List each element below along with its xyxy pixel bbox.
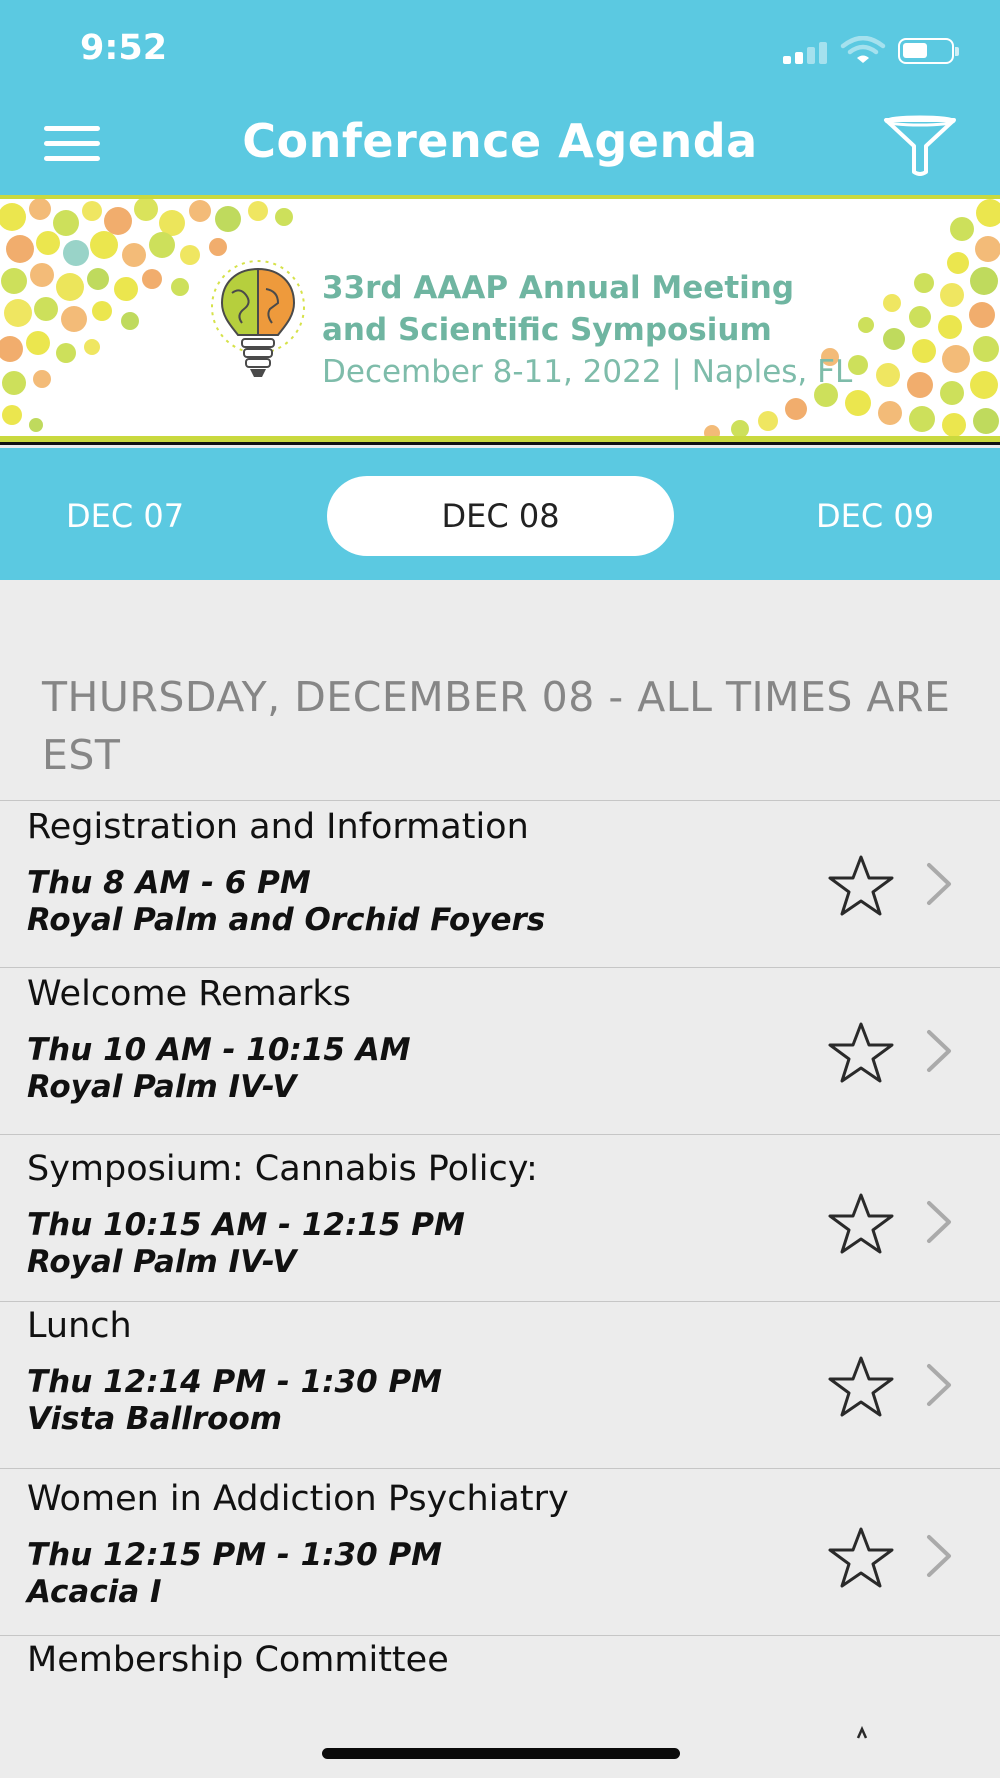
session-title: Registration and Information: [27, 807, 529, 847]
session-row[interactable]: Welcome Remarks Thu 10 AM - 10:15 AM Roy…: [0, 967, 1000, 1134]
chevron-right-icon: [927, 1030, 951, 1072]
status-time: 9:52: [80, 28, 168, 68]
conference-banner: 33rd AAAP Annual Meeting and Scientific …: [0, 195, 1000, 445]
star-icon[interactable]: [826, 1020, 896, 1086]
session-title: Symposium: Cannabis Policy:: [27, 1149, 538, 1189]
session-row[interactable]: Lunch Thu 12:14 PM - 1:30 PM Vista Ballr…: [0, 1301, 1000, 1468]
session-row[interactable]: Women in Addiction Psychiatry Thu 12:15 …: [0, 1468, 1000, 1635]
session-time: Thu 12:14 PM - 1:30 PM: [27, 1364, 443, 1400]
chevron-right-icon: [927, 1201, 951, 1243]
date-tab-dec-08[interactable]: DEC 08: [327, 476, 674, 556]
session-list: Registration and Information Thu 8 AM - …: [0, 800, 1000, 1778]
session-time: Thu 12:15 PM - 1:30 PM: [27, 1537, 443, 1573]
status-bar: 9:52: [0, 0, 1000, 100]
date-selector: DEC 07 DEC 08 DEC 09: [0, 448, 1000, 580]
session-room: Vista Ballroom: [27, 1401, 283, 1437]
home-indicator[interactable]: [322, 1748, 680, 1759]
app-header: 9:52 Conference Agenda: [0, 0, 1000, 195]
session-title: Women in Addiction Psychiatry: [27, 1479, 569, 1519]
star-icon[interactable]: [826, 1525, 896, 1591]
battery-icon: [898, 38, 959, 64]
star-icon[interactable]: [826, 1191, 896, 1257]
brain-lightbulb-logo: [211, 260, 305, 377]
chevron-right-icon: [927, 1535, 951, 1577]
page-title: Conference Agenda: [242, 114, 758, 168]
date-tab-dec-07[interactable]: DEC 07: [30, 476, 220, 556]
session-title: Membership Committee: [27, 1640, 449, 1680]
banner-event-subtitle: and Scientific Symposium: [322, 312, 772, 348]
day-section-header: THURSDAY, DECEMBER 08 - ALL TIMES ARE ES…: [42, 673, 951, 779]
session-row[interactable]: Registration and Information Thu 8 AM - …: [0, 800, 1000, 967]
banner-event-dates: December 8-11, 2022 | Naples, FL: [322, 354, 853, 390]
star-icon[interactable]: [826, 1354, 896, 1420]
session-title: Welcome Remarks: [27, 974, 351, 1014]
cellular-signal-icon: [783, 42, 829, 64]
star-icon-partial: [856, 1726, 868, 1739]
date-tab-dec-09[interactable]: DEC 09: [780, 476, 970, 556]
session-row[interactable]: Symposium: Cannabis Policy: Thu 10:15 AM…: [0, 1134, 1000, 1301]
banner-event-title: 33rd AAAP Annual Meeting: [322, 270, 795, 306]
session-time: Thu 10 AM - 10:15 AM: [27, 1032, 411, 1068]
chevron-right-icon: [927, 863, 951, 905]
filter-icon[interactable]: [880, 114, 960, 178]
session-time: Thu 10:15 AM - 12:15 PM: [27, 1207, 465, 1243]
session-title: Lunch: [27, 1306, 132, 1346]
chevron-right-icon: [927, 1364, 951, 1406]
session-room: Acacia I: [27, 1574, 162, 1610]
session-room: Royal Palm and Orchid Foyers: [27, 902, 546, 938]
session-time: Thu 8 AM - 6 PM: [27, 865, 311, 901]
session-room: Royal Palm IV-V: [27, 1244, 297, 1280]
wifi-icon: [840, 36, 886, 63]
nav-bar: Conference Agenda: [0, 100, 1000, 195]
star-icon[interactable]: [826, 853, 896, 919]
session-room: Royal Palm IV-V: [27, 1069, 297, 1105]
banner-text: 33rd AAAP Annual Meeting and Scientific …: [322, 267, 852, 393]
banner-divider: [0, 436, 1000, 442]
